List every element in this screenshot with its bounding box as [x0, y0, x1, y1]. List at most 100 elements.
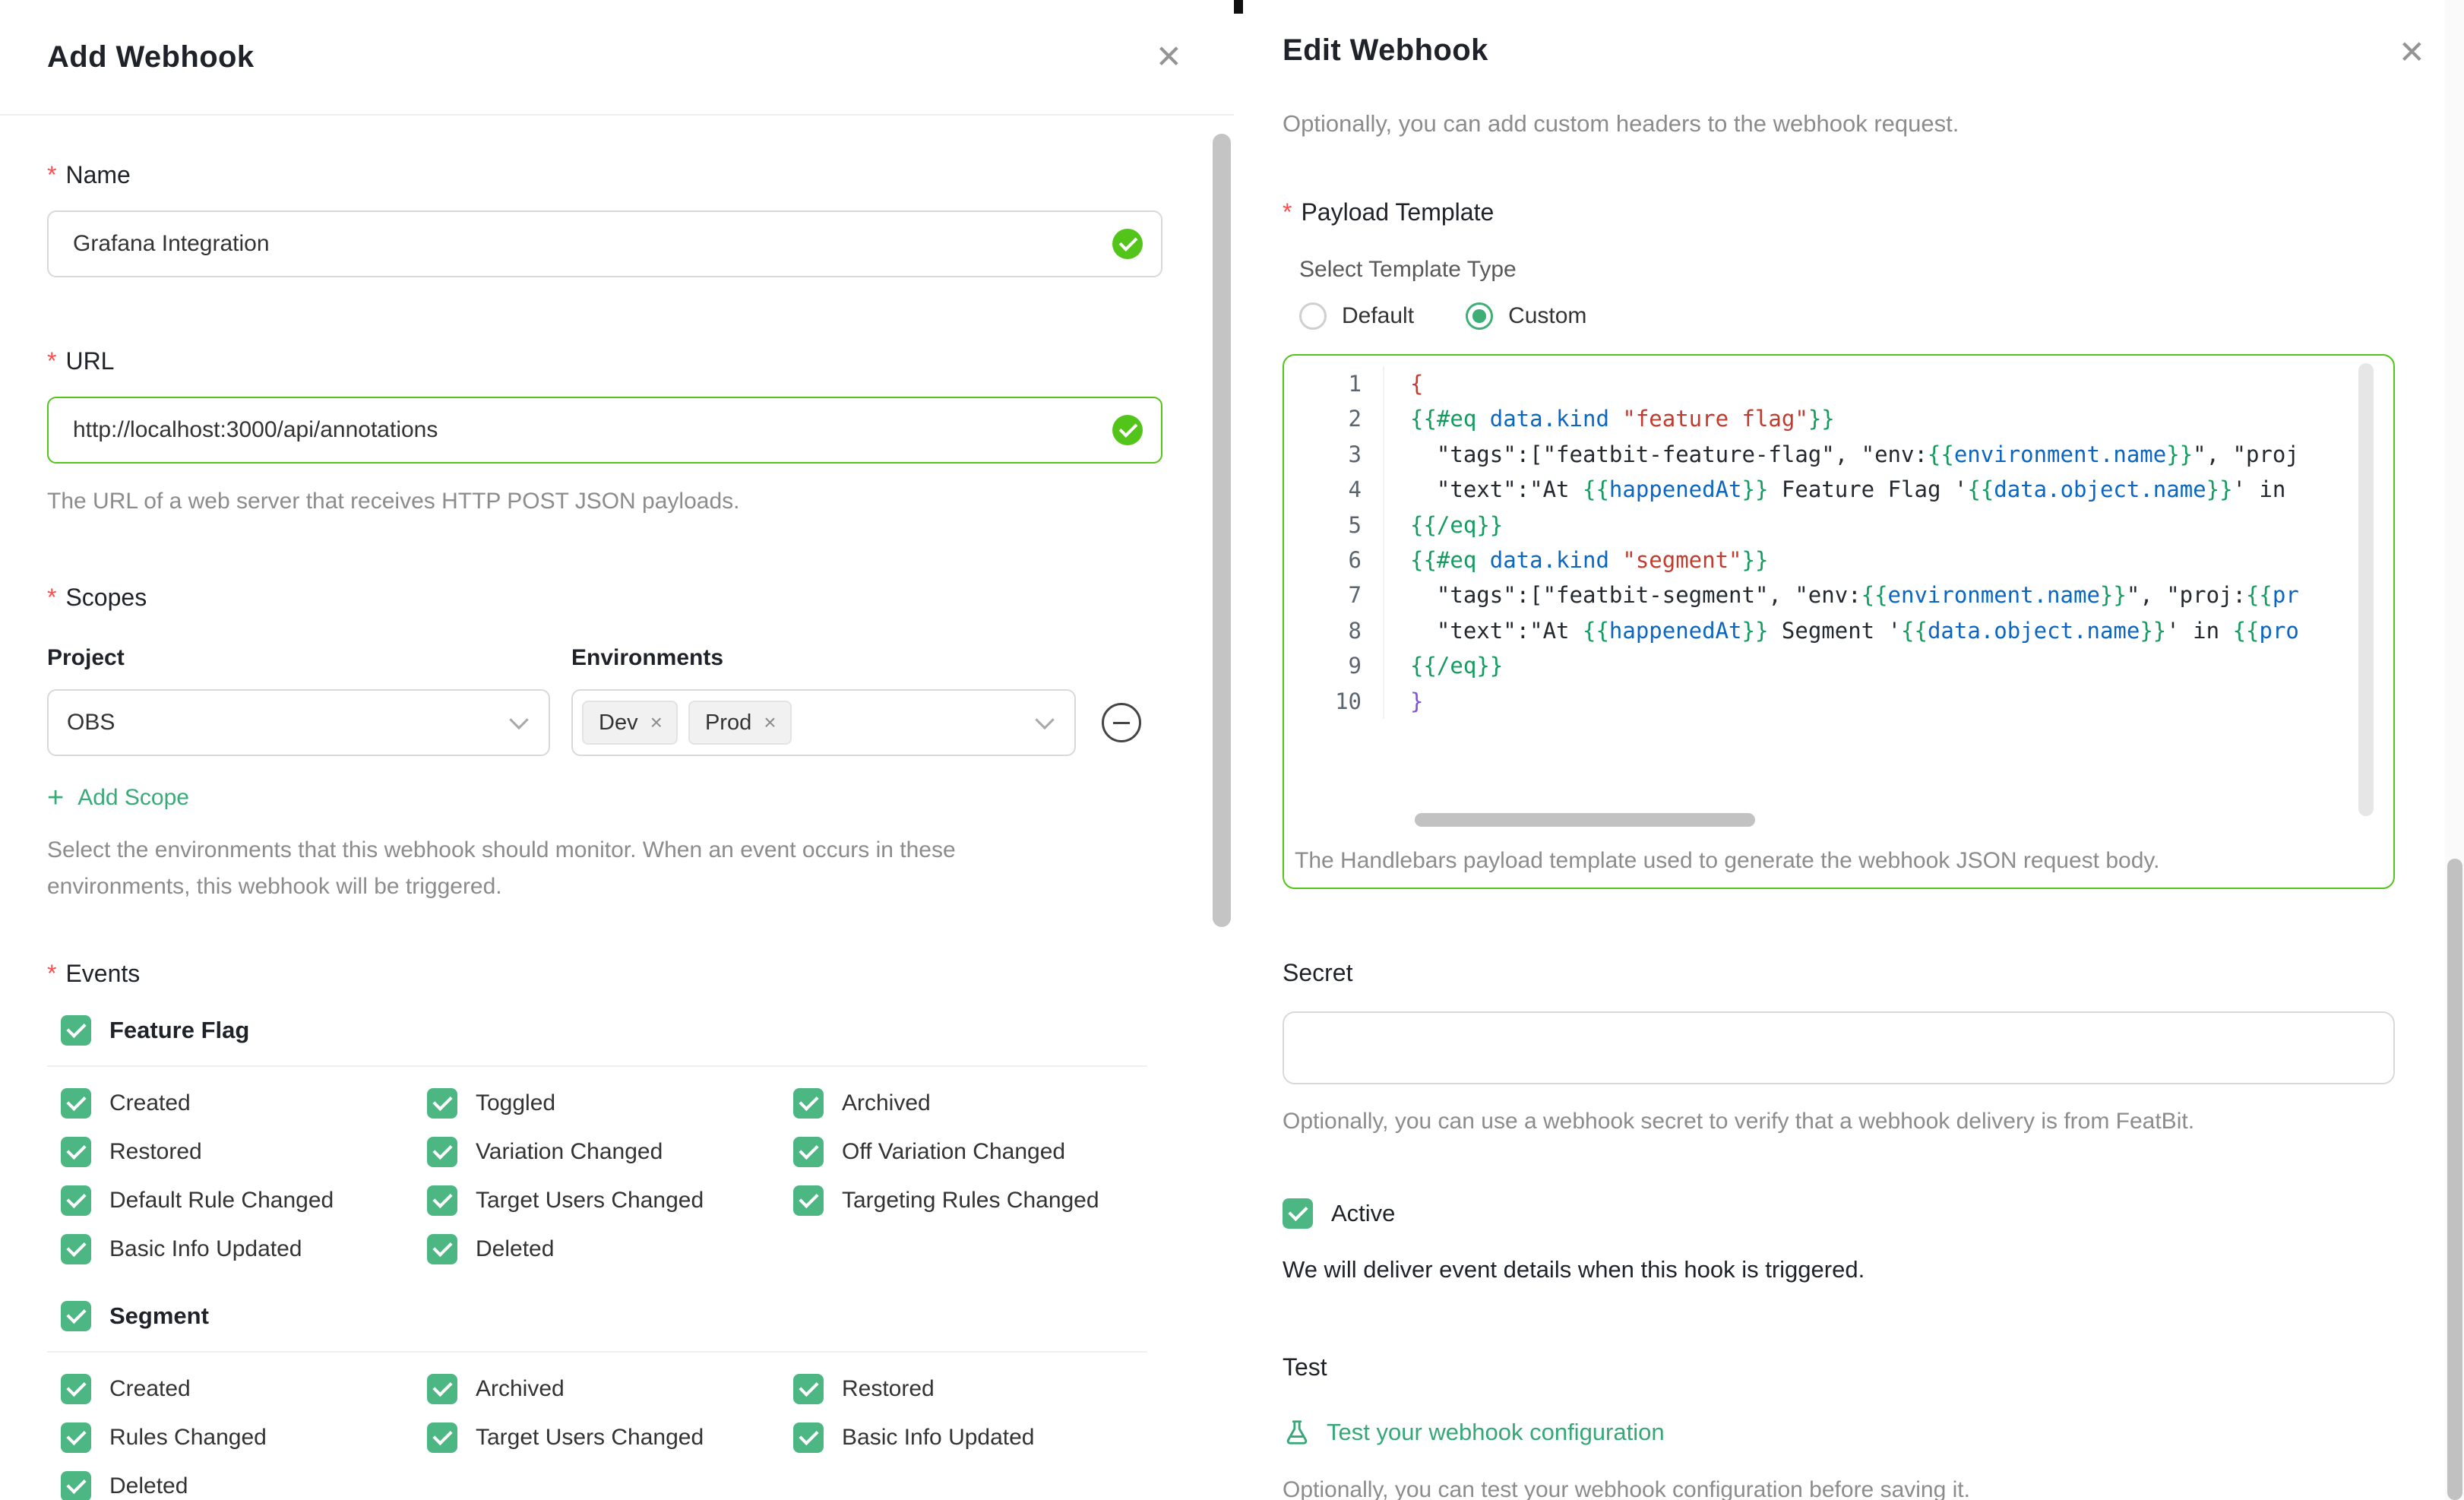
event-item-label: Variation Changed [476, 1139, 663, 1164]
event-checkbox-item[interactable]: Variation Changed [427, 1128, 793, 1176]
event-item-label: Rules Changed [109, 1425, 267, 1450]
payload-template-editor[interactable]: 1 2 3 4 5 6 7 8 9 10 {{{#eq data.kind "feature fl… [1283, 354, 2395, 889]
payload-template-help-text: The Handlebars payload template used to … [1295, 848, 2160, 873]
checkbox-checked[interactable] [427, 1088, 457, 1119]
test-webhook-link-label: Test your webhook configuration [1327, 1419, 1665, 1445]
event-group-title: Segment [109, 1302, 209, 1329]
project-column-label: Project [47, 645, 125, 670]
checkbox-checked[interactable] [793, 1374, 824, 1404]
event-checkbox-item[interactable]: Created [61, 1365, 427, 1413]
active-label: Active [1331, 1200, 1396, 1226]
events-groups: Feature Flag Created Toggled Archived Restor… [47, 1015, 1162, 1500]
url-help-text: The URL of a web server that receives HT… [47, 489, 740, 514]
url-input[interactable] [47, 397, 1162, 464]
event-item-label: Archived [476, 1376, 565, 1401]
tag-remove-icon[interactable]: × [650, 712, 663, 733]
page-scrollbar [2445, 0, 2464, 1500]
checkbox-checked[interactable] [61, 1422, 91, 1453]
left-modal-scrollbar-thumb[interactable] [1213, 134, 1231, 927]
event-checkbox-item[interactable]: Deleted [61, 1462, 427, 1500]
secret-input[interactable] [1283, 1011, 2395, 1084]
environment-tag: Prod × [688, 701, 792, 745]
close-icon[interactable]: ✕ [1156, 41, 1182, 73]
event-checkbox-item[interactable]: Archived [427, 1365, 793, 1413]
checkbox-checked[interactable] [427, 1185, 457, 1216]
url-label: URL [47, 347, 1162, 375]
event-checkbox-item[interactable]: Deleted [427, 1225, 793, 1274]
template-type-radio-group: Default Custom [1299, 302, 2395, 330]
event-checkbox-item[interactable]: Restored [61, 1128, 427, 1176]
checkbox-checked[interactable] [61, 1185, 91, 1216]
checkbox-checked[interactable] [61, 1088, 91, 1119]
chevron-down-icon [1035, 710, 1055, 730]
active-checkbox-checked[interactable] [1283, 1198, 1313, 1229]
checkbox-checked[interactable] [427, 1374, 457, 1404]
code-line: {{#eq data.kind "feature flag"}} [1410, 406, 1835, 432]
add-scope-link[interactable]: + Add Scope [47, 783, 189, 812]
event-checkbox-item[interactable]: Toggled [427, 1079, 793, 1128]
event-checkbox-item[interactable]: Archived [793, 1079, 1162, 1128]
line-number: 5 [1348, 511, 1362, 538]
checkbox-checked[interactable] [61, 1374, 91, 1404]
event-checkbox-grid: Created Archived Restored Rules Changed Targ… [61, 1365, 1162, 1500]
event-checkbox-item[interactable]: Target Users Changed [427, 1413, 793, 1462]
project-select[interactable]: OBS [47, 689, 550, 756]
checkbox-checked[interactable] [427, 1234, 457, 1264]
group-checkbox-checked[interactable] [61, 1301, 91, 1331]
chevron-down-icon [509, 710, 529, 730]
secret-label: Secret [1283, 959, 1353, 986]
checkbox-checked[interactable] [61, 1137, 91, 1167]
event-group-title: Feature Flag [109, 1017, 250, 1043]
url-field-wrap [47, 397, 1162, 464]
checkbox-checked[interactable] [793, 1137, 824, 1167]
editor-vertical-scrollbar[interactable] [2358, 363, 2374, 816]
event-checkbox-item[interactable]: Created [61, 1079, 427, 1128]
code-line: "text":"At {{happenedAt}} Segment '{{dat… [1410, 617, 2299, 644]
line-number: 1 [1348, 371, 1362, 397]
event-checkbox-item[interactable]: Target Users Changed [427, 1176, 793, 1225]
group-checkbox-checked[interactable] [61, 1015, 91, 1046]
background-gap [1234, 0, 1243, 14]
checkbox-checked[interactable] [793, 1088, 824, 1119]
event-checkbox-item[interactable]: Off Variation Changed [793, 1128, 1162, 1176]
checkbox-checked[interactable] [427, 1137, 457, 1167]
template-type-label: Select Template Type [1299, 257, 1517, 282]
name-input[interactable] [47, 210, 1162, 277]
checkbox-checked[interactable] [61, 1471, 91, 1500]
event-checkbox-item[interactable]: Restored [793, 1365, 1162, 1413]
environments-select[interactable]: Dev × Prod × [571, 689, 1076, 756]
code-line: "tags":["featbit-segment", "env:{{enviro… [1410, 582, 2299, 609]
code-line: {{/eq}} [1410, 653, 1504, 679]
environment-tag: Dev × [582, 701, 678, 745]
plus-icon: + [47, 782, 65, 814]
close-icon[interactable]: ✕ [2399, 36, 2425, 68]
checkbox-checked[interactable] [61, 1234, 91, 1264]
event-item-label: Default Rule Changed [109, 1188, 334, 1213]
checkbox-checked[interactable] [793, 1185, 824, 1216]
tag-remove-icon[interactable]: × [764, 712, 776, 733]
test-webhook-link[interactable]: Test your webhook configuration [1283, 1418, 1665, 1447]
radio-default[interactable]: Default [1299, 302, 1414, 330]
active-checkbox-row[interactable]: Active [1283, 1198, 2395, 1229]
event-checkbox-item[interactable]: Rules Changed [61, 1413, 427, 1462]
event-checkbox-item[interactable]: Default Rule Changed [61, 1176, 427, 1225]
radio-icon [1299, 302, 1327, 330]
event-item-label: Basic Info Updated [842, 1425, 1035, 1450]
active-note-text: We will deliver event details when this … [1283, 1256, 1865, 1283]
event-checkbox-item[interactable]: Basic Info Updated [61, 1225, 427, 1274]
radio-custom[interactable]: Custom [1466, 302, 1586, 330]
code-area[interactable]: 1 2 3 4 5 6 7 8 9 10 {{{#eq data.kind "feature fl… [1284, 356, 2393, 720]
checkbox-checked[interactable] [793, 1422, 824, 1453]
page-scrollbar-thumb[interactable] [2447, 859, 2462, 1500]
event-item-label: Off Variation Changed [842, 1139, 1066, 1164]
radio-checked-icon [1466, 302, 1494, 330]
remove-scope-button[interactable] [1102, 703, 1141, 742]
event-item-label: Targeting Rules Changed [842, 1188, 1099, 1213]
scope-row: OBS Dev × Prod × [47, 689, 1162, 756]
secret-help-text: Optionally, you can use a webhook secret… [1283, 1109, 2195, 1134]
line-number: 6 [1348, 547, 1362, 574]
checkbox-checked[interactable] [427, 1422, 457, 1453]
editor-horizontal-scrollbar-thumb[interactable] [1415, 813, 1755, 827]
event-checkbox-item[interactable]: Targeting Rules Changed [793, 1176, 1162, 1225]
event-checkbox-item[interactable]: Basic Info Updated [793, 1413, 1162, 1462]
